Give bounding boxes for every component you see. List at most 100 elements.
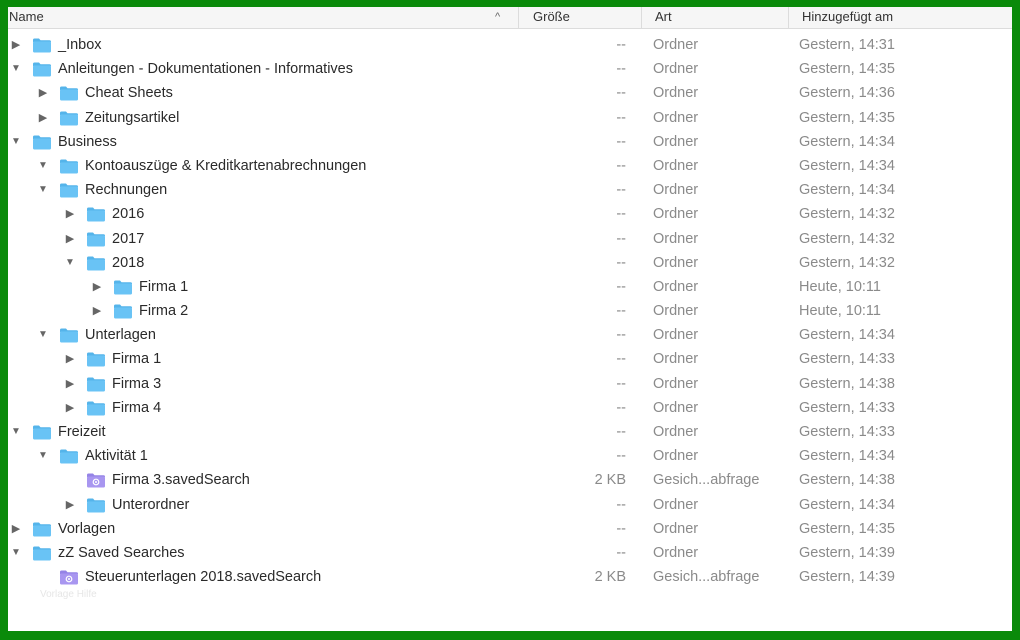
file-row[interactable]: Steuerunterlagen 2018.savedSearch 2 KB Ges… (8, 565, 1012, 589)
file-row[interactable]: ▶ Cheat Sheets -- Ordner Gestern, 14:36 (8, 81, 1012, 105)
disclosure-collapsed-icon[interactable]: ▶ (65, 208, 75, 220)
file-row[interactable]: Firma 3.savedSearch 2 KB Gesich...abfrage G… (8, 468, 1012, 492)
folder-icon (32, 545, 52, 561)
folder-icon (59, 327, 79, 343)
disclosure-expanded-icon[interactable]: ▼ (65, 257, 75, 269)
disclosure-expanded-icon[interactable]: ▼ (11, 426, 21, 438)
file-name: Zeitungsartikel (85, 109, 180, 126)
disclosure-expanded-icon[interactable]: ▼ (11, 136, 21, 148)
file-row[interactable]: ▶ _Inbox -- Ordner Gestern, 14:31 (8, 33, 1012, 57)
folder-icon (86, 376, 106, 392)
file-row[interactable]: ▼ Freizeit -- Ordner Gestern, 14:33 (8, 420, 1012, 444)
file-row[interactable]: ▶ 2017 -- Ordner Gestern, 14:32 (8, 227, 1012, 251)
file-name: zZ Saved Searches (58, 544, 185, 561)
file-date-added: Gestern, 14:36 (799, 85, 895, 102)
disclosure-collapsed-icon[interactable]: ▶ (65, 378, 75, 390)
file-row[interactable]: ▶ 2016 -- Ordner Gestern, 14:32 (8, 202, 1012, 226)
file-date-added: Gestern, 14:34 (799, 133, 895, 150)
file-name: Firma 4 (112, 399, 162, 416)
folder-icon (59, 110, 79, 126)
file-row[interactable]: ▼ Anleitungen - Dokumentationen - Informa… (8, 57, 1012, 81)
file-kind: Ordner (653, 61, 699, 78)
file-size: -- (616, 327, 626, 344)
folder-icon (113, 303, 133, 319)
file-row[interactable]: ▶ Unterordner -- Ordner Gestern, 14:34 (8, 493, 1012, 517)
file-name: Firma 3 (112, 375, 162, 392)
file-row[interactable]: ▼ zZ Saved Searches -- Ordner Gestern, 14:39 (8, 541, 1012, 565)
file-name: Unterlagen (85, 327, 156, 344)
file-row[interactable]: ▼ Kontoauszüge & Kreditkartenabrechnungen… (8, 154, 1012, 178)
disclosure-collapsed-icon[interactable]: ▶ (11, 523, 21, 535)
file-name: Unterordner (112, 496, 190, 513)
file-date-added: Gestern, 14:32 (799, 206, 895, 223)
file-date-added: Gestern, 14:38 (799, 472, 895, 489)
file-size: 2 KB (594, 569, 626, 586)
disclosure-expanded-icon[interactable]: ▼ (38, 160, 48, 172)
file-row[interactable]: ▶ Firma 3 -- Ordner Gestern, 14:38 (8, 372, 1012, 396)
file-row[interactable]: ▼ Business -- Ordner Gestern, 14:34 (8, 130, 1012, 154)
disclosure-collapsed-icon[interactable]: ▶ (11, 39, 21, 51)
file-size: -- (616, 448, 626, 465)
file-size: -- (616, 157, 626, 174)
file-date-added: Gestern, 14:33 (799, 351, 895, 368)
sort-ascending-icon[interactable]: ^ (495, 7, 500, 27)
file-name: Firma 1 (139, 278, 189, 295)
disclosure-collapsed-icon[interactable]: ▶ (65, 499, 75, 511)
file-row[interactable]: ▼ Aktivität 1 -- Ordner Gestern, 14:34 (8, 444, 1012, 468)
file-row[interactable]: ▶ Firma 4 -- Ordner Gestern, 14:33 (8, 396, 1012, 420)
file-date-added: Gestern, 14:33 (799, 399, 895, 416)
file-size: -- (616, 303, 626, 320)
column-header-name[interactable]: Name (8, 7, 518, 29)
disclosure-collapsed-icon[interactable]: ▶ (92, 305, 102, 317)
file-size: -- (616, 133, 626, 150)
disclosure-collapsed-icon[interactable]: ▶ (65, 233, 75, 245)
file-kind: Ordner (653, 424, 699, 440)
file-size: -- (616, 109, 626, 126)
disclosure-expanded-icon[interactable]: ▼ (11, 63, 21, 75)
file-kind: Ordner (653, 327, 699, 344)
folder-icon (32, 37, 52, 53)
saved-search-icon (59, 569, 79, 585)
disclosure-collapsed-icon[interactable]: ▶ (38, 112, 48, 124)
column-header-size[interactable]: Größe (518, 7, 641, 29)
file-date-added: Gestern, 14:34 (799, 327, 895, 344)
file-size: -- (616, 375, 626, 392)
disclosure-collapsed-icon[interactable]: ▶ (65, 402, 75, 414)
file-row[interactable]: ▶ Firma 1 -- Ordner Gestern, 14:33 (8, 347, 1012, 371)
disclosure-collapsed-icon[interactable]: ▶ (92, 281, 102, 293)
file-row[interactable]: ▶ Zeitungsartikel -- Ordner Gestern, 14:35 (8, 106, 1012, 130)
file-row[interactable]: ▼ Rechnungen -- Ordner Gestern, 14:34 (8, 178, 1012, 202)
disclosure-expanded-icon[interactable]: ▼ (38, 329, 48, 341)
file-row[interactable]: ▼ Unterlagen -- Ordner Gestern, 14:34 (8, 323, 1012, 347)
disclosure-collapsed-icon[interactable]: ▶ (38, 87, 48, 99)
disclosure-expanded-icon[interactable]: ▼ (38, 450, 48, 462)
column-header-date-added[interactable]: Hinzugefügt am (788, 7, 1012, 29)
disclosure-expanded-icon[interactable]: ▼ (38, 184, 48, 196)
file-row[interactable]: ▼ 2018 -- Ordner Gestern, 14:32 (8, 251, 1012, 275)
folder-icon (86, 351, 106, 367)
file-name: Firma 1 (112, 351, 162, 368)
file-kind: Ordner (653, 109, 699, 126)
file-size: -- (616, 424, 626, 440)
file-name: 2017 (112, 230, 145, 247)
file-kind: Ordner (653, 544, 699, 561)
column-header-kind[interactable]: Art (641, 7, 788, 29)
file-name: Anleitungen - Dokumentationen - Informat… (58, 61, 353, 78)
folder-icon (113, 279, 133, 295)
file-row[interactable]: ▶ Vorlagen -- Ordner Gestern, 14:35 (8, 517, 1012, 541)
file-row[interactable]: ▶ Firma 2 -- Ordner Heute, 10:11 (8, 299, 1012, 323)
file-row[interactable]: ▶ Firma 1 -- Ordner Heute, 10:11 (8, 275, 1012, 299)
file-kind: Ordner (653, 157, 699, 174)
file-date-added: Gestern, 14:32 (799, 254, 895, 271)
file-date-added: Gestern, 14:34 (799, 496, 895, 513)
file-kind: Ordner (653, 85, 699, 102)
disclosure-expanded-icon[interactable]: ▼ (11, 547, 21, 559)
disclosure-collapsed-icon[interactable]: ▶ (65, 353, 75, 365)
file-date-added: Gestern, 14:34 (799, 448, 895, 465)
file-size: -- (616, 206, 626, 223)
folder-icon (86, 400, 106, 416)
file-kind: Ordner (653, 278, 699, 295)
file-kind: Ordner (653, 448, 699, 465)
file-kind: Ordner (653, 254, 699, 271)
file-kind: Ordner (653, 496, 699, 513)
